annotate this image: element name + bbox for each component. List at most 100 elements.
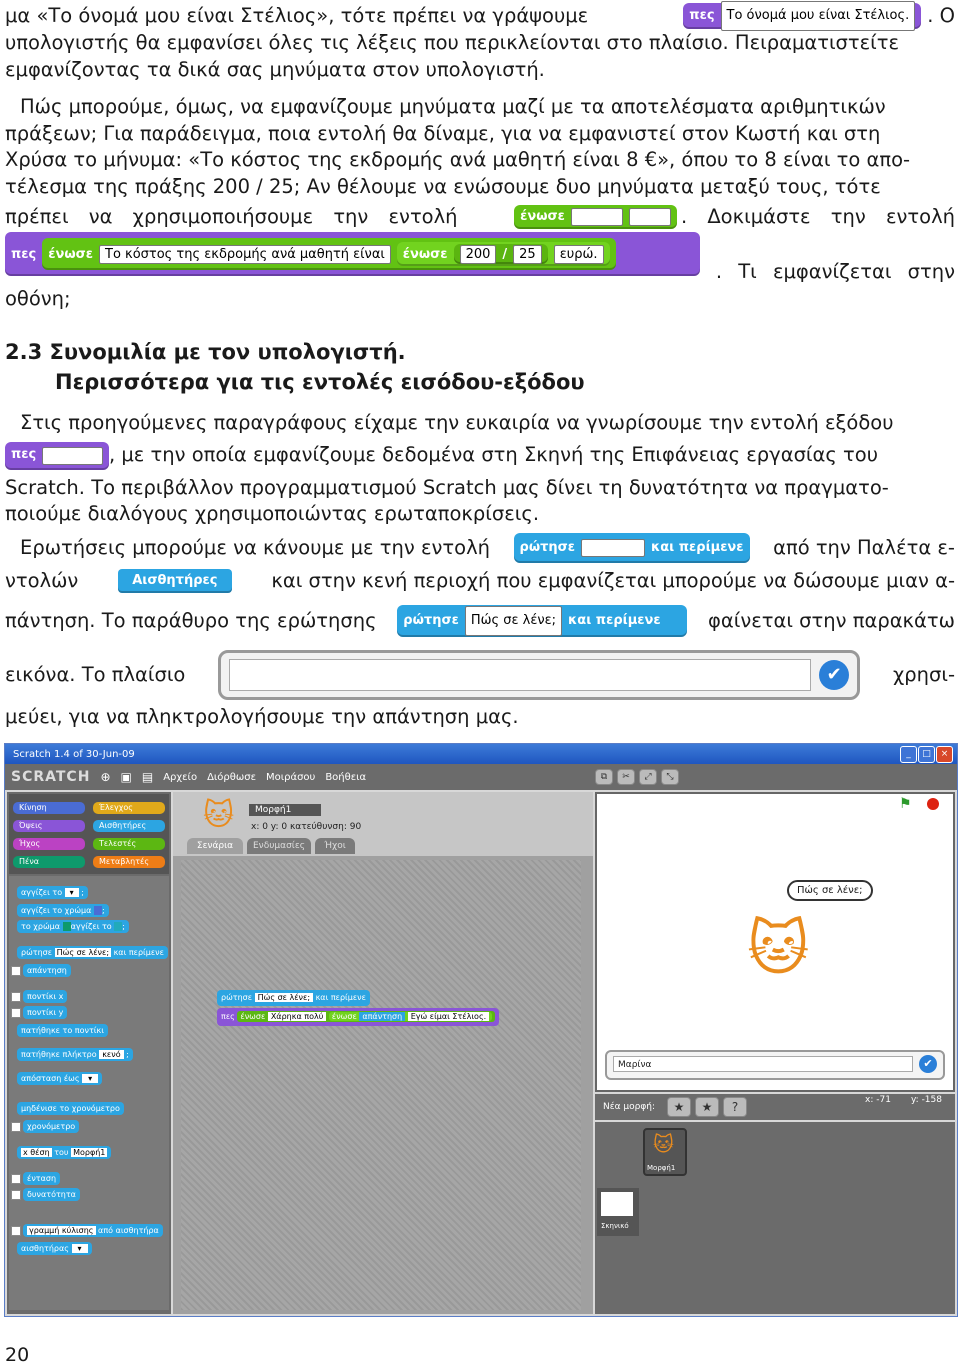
category-variables[interactable]: Μεταβλητές: [93, 856, 165, 868]
new-sprite-label: Νέα μορφή:: [603, 1102, 656, 1112]
sprite-coords: x: 0 y: 0 κατεύθυνση: 90: [251, 822, 362, 832]
sprite-thumbnail[interactable]: 🐱 Μορφή1: [643, 1128, 687, 1176]
palette-mouse-x[interactable]: ποντίκι x: [23, 990, 68, 1003]
random-sprite-icon[interactable]: ?: [723, 1097, 747, 1117]
category-panel: Κίνηση Έλεγχος Όψεις Αισθητήρες Ήχος Τελ…: [9, 794, 169, 874]
tab-sounds[interactable]: Ήχοι: [315, 838, 355, 854]
say-block: πες Το όνομά μου είναι Στέλιος.: [683, 0, 922, 32]
p4-line1b: από την Παλέτα ε-: [773, 535, 955, 559]
join-slot-2: [628, 208, 671, 226]
stop-icon[interactable]: [927, 798, 939, 810]
p2-line6: . Τι εμφανίζεται στην: [715, 260, 955, 283]
stage-answer-input[interactable]: Μαρίνα: [613, 1056, 913, 1072]
say-empty-block: πες: [5, 441, 109, 470]
tab-scripts[interactable]: Σενάρια: [187, 838, 243, 854]
palette-mouse-down[interactable]: πατήθηκε το ποντίκι: [17, 1024, 108, 1037]
palette-sensor-value[interactable]: γραμμή κύλισης από αισθητήρα: [23, 1224, 163, 1237]
duplicate-icon[interactable]: ⧉: [595, 769, 613, 785]
p4-line2b: και στην κενή περιοχή που εμφανίζεται μπ…: [271, 568, 955, 592]
category-sensing[interactable]: Αισθητήρες: [93, 820, 165, 832]
shrink-icon[interactable]: ⤡: [661, 769, 679, 785]
tab-costumes[interactable]: Ενδυμασίες: [247, 838, 311, 854]
checkbox-answer[interactable]: [11, 966, 21, 976]
menu-help[interactable]: Βοήθεια: [325, 772, 366, 783]
paragraph-1: μα «Το όνομά μου είναι Στέλιος», τότε πρ…: [5, 0, 955, 83]
mouse-y-readout: y: -158: [911, 1095, 942, 1105]
paragraph-4: Ερωτήσεις μπορούμε να κάνουμε με την εντ…: [5, 530, 955, 731]
script-say-block[interactable]: πες ένωσε Χάρηκα πολύ ένωσε απάντηση Εγώ…: [217, 1008, 500, 1026]
palette-loud[interactable]: δυνατότητα: [23, 1188, 80, 1201]
checkbox-loudness[interactable]: [11, 1174, 21, 1184]
mouse-x-readout: x: -71: [865, 1095, 891, 1105]
checkbox-sensor-value[interactable]: [11, 1226, 21, 1236]
sensing-category-button: Αισθητήρες: [117, 569, 232, 593]
category-looks[interactable]: Όψεις: [13, 820, 85, 832]
choose-sprite-icon[interactable]: ★: [695, 1097, 719, 1117]
palette-answer[interactable]: απάντηση: [23, 964, 71, 977]
p2-line4: τέλεσμα της πράξης 200 / 25; Αν θέλουμε …: [5, 174, 881, 198]
minimize-icon[interactable]: _: [900, 746, 917, 763]
join-label-inner: ένωσε: [402, 246, 448, 262]
category-control[interactable]: Έλεγχος: [93, 802, 165, 814]
script-ask-block[interactable]: ρώτησε Πώς σε λένε; και περίμενε: [217, 990, 370, 1006]
sprite-name-field[interactable]: Μορφή1: [249, 804, 321, 816]
stage-thumbnail[interactable]: Σκηνικό: [597, 1188, 639, 1236]
palette-loudness[interactable]: ένταση: [23, 1172, 61, 1185]
say-label: πες: [11, 447, 37, 463]
palette-color-touching[interactable]: το χρώμα αγγίζει το ;: [17, 920, 129, 933]
menu-edit[interactable]: Διόρθωσε: [207, 772, 256, 783]
toolbar-tools: ⧉ ✂ ⤢ ⤡: [595, 769, 679, 785]
palette-reset-timer[interactable]: μηδένισε το χρονόμετρο: [17, 1102, 124, 1115]
wait-label: και περίμενε: [568, 612, 661, 628]
scratch-screenshot: Scratch 1.4 of 30-Jun-09 _ □ × SCRATCH ⊕…: [4, 743, 958, 1317]
palette-key-pressed[interactable]: πατήθηκε πλήκτρο κενό ;: [17, 1048, 133, 1061]
window-titlebar: Scratch 1.4 of 30-Jun-09: [5, 744, 957, 764]
category-operators[interactable]: Τελεστές: [93, 838, 165, 850]
checkbox-mousey[interactable]: [11, 1008, 21, 1018]
checkbox-timer[interactable]: [11, 1122, 21, 1132]
grow-icon[interactable]: ⤢: [639, 769, 657, 785]
palette-sensor[interactable]: αισθητήρας ▾: [17, 1242, 92, 1255]
sensing-blocks: αγγίζει το ▾ ; αγγίζει το χρώμα ; το χρώ…: [9, 876, 169, 1310]
say-label: πες: [689, 7, 715, 23]
category-sound[interactable]: Ήχος: [13, 838, 85, 850]
sprite-thumb-label: Μορφή1: [647, 1164, 676, 1172]
cat-sprite[interactable]: 🐱: [747, 914, 810, 984]
ask-empty-block: ρώτησε και περίμενε: [513, 533, 750, 563]
palette-ask[interactable]: ρώτησε Πώς σε λένε; και περίμενε: [17, 946, 168, 959]
cut-icon[interactable]: ✂: [617, 769, 635, 785]
maximize-icon[interactable]: □: [918, 746, 935, 763]
stage-check-icon[interactable]: ✔: [919, 1055, 937, 1073]
save-icon[interactable]: ▣: [121, 770, 132, 784]
p3-line2: , με την οποία εμφανίζουμε δεδομένα στη …: [109, 443, 878, 467]
say-join-block: πες ένωσε Το κόστος της εκδρομής ανά μαθ…: [5, 232, 700, 276]
globe-icon[interactable]: ⊕: [100, 770, 110, 784]
checkbox-mousex[interactable]: [11, 992, 21, 1002]
palette-distance[interactable]: απόσταση έως ▾: [17, 1072, 103, 1085]
p4-line2a: ντολών: [5, 568, 79, 592]
palette-timer[interactable]: χρονόμετρο: [23, 1120, 80, 1133]
section-subheading: Περισσότερα για τις εντολές εισόδου-εξόδ…: [55, 370, 585, 394]
palette-touching[interactable]: αγγίζει το ▾ ;: [17, 886, 88, 899]
share-icon[interactable]: ▤: [142, 770, 153, 784]
palette-touching-color[interactable]: αγγίζει το χρώμα ;: [17, 904, 109, 917]
p2-line5a: πρέπει να χρησιμοποιήσουμε την εντολή: [5, 204, 458, 228]
green-flag-icon[interactable]: ⚑: [899, 796, 912, 812]
speech-bubble: Πώς σε λένε;: [787, 880, 873, 901]
answer-input: [229, 659, 812, 691]
p2-line7: οθόνη;: [5, 287, 71, 310]
palette-mouse-y[interactable]: ποντίκι y: [23, 1006, 68, 1019]
checkbox-loud[interactable]: [11, 1190, 21, 1200]
paint-sprite-icon[interactable]: ★: [667, 1097, 691, 1117]
palette-attribute-of[interactable]: x θέση του Μορφή1: [17, 1146, 112, 1159]
example-say-join-line: πες ένωσε Το κόστος της εκδρομής ανά μαθ…: [5, 232, 955, 283]
menu-share[interactable]: Μοιράσου: [266, 772, 315, 783]
close-icon[interactable]: ×: [936, 746, 953, 763]
ask-text-slot: Πώς σε λένε;: [464, 605, 563, 637]
menu-file[interactable]: Αρχείο: [163, 772, 197, 783]
say-text-slot: Το όνομά μου είναι Στέλιος.: [720, 0, 916, 32]
p4-line3b: φαίνεται στην παρακάτω: [708, 608, 955, 632]
category-pen[interactable]: Πένα: [13, 856, 85, 868]
check-icon: ✔: [819, 660, 850, 690]
category-motion[interactable]: Κίνηση: [13, 802, 85, 814]
